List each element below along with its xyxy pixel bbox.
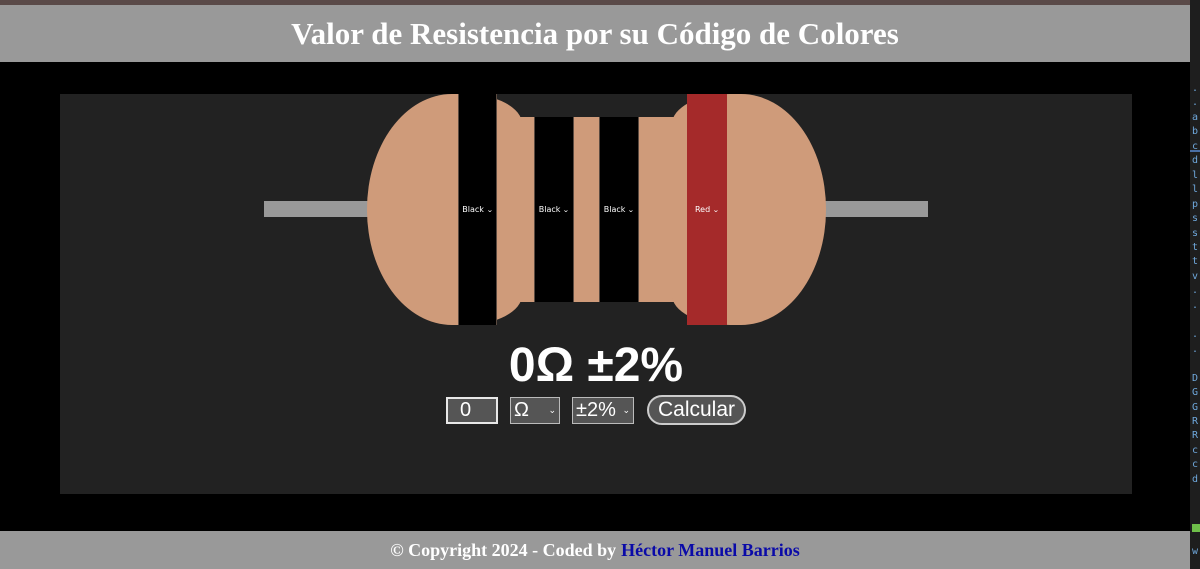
chevron-down-icon: ⌄ [627,205,635,214]
band-2-select[interactable]: Black ⌄ [534,117,574,302]
side-editor-char: c [1192,459,1199,470]
side-editor-marker [1192,524,1200,532]
side-editor-char: . [1192,97,1199,108]
band-1-label: Black ⌄ [462,205,494,214]
resistor-body-left-cap [367,94,522,325]
side-editor-char: l [1192,170,1199,181]
side-editor-char: a [1192,112,1199,123]
calculate-button[interactable]: Calcular [647,395,746,425]
side-editor-char: . [1192,300,1199,311]
side-editor-char: d [1192,155,1199,166]
chevron-down-icon: ⌄ [548,405,556,415]
page-title: Valor de Resistencia por su Código de Co… [291,15,899,51]
tolerance-select-value: ±2% [576,399,616,421]
side-editor-char: w [1192,546,1199,557]
page-footer: © Copyright 2024 - Coded by Héctor Manue… [0,531,1190,569]
side-editor-char: . [1192,83,1199,94]
unit-select-value: Ω [514,399,529,421]
side-editor-char: s [1192,213,1199,224]
band-4-select[interactable]: Red ⌄ [687,94,727,325]
side-editor-char: t [1192,242,1199,253]
resistor-lead-right [818,201,928,217]
unit-select[interactable]: Ω ⌄ [510,397,560,424]
side-editor-char: D [1192,373,1199,384]
band-3-select[interactable]: Black ⌄ [599,117,639,302]
side-editor-char: G [1192,387,1199,398]
resistor-lead-left [264,201,374,217]
side-editor-char: c [1192,445,1199,456]
side-editor-char: v [1192,271,1199,282]
side-editor-char: s [1192,228,1199,239]
band-3-label: Black ⌄ [603,205,635,214]
chevron-down-icon: ⌄ [712,205,720,214]
chevron-down-icon: ⌄ [622,405,630,415]
side-editor-char: . [1192,285,1199,296]
side-editor-char: . [1192,329,1199,340]
chevron-down-icon: ⌄ [486,205,494,214]
side-editor-char: b [1192,126,1199,137]
band-1-select[interactable]: Black ⌄ [458,94,497,325]
side-editor-char: t [1192,256,1199,267]
author-link[interactable]: Héctor Manuel Barrios [621,540,800,561]
side-editor-highlight [1190,150,1200,152]
side-editor-char: p [1192,199,1199,210]
side-editor-char: R [1192,430,1199,441]
chevron-down-icon: ⌄ [562,205,570,214]
side-editor-char: R [1192,416,1199,427]
resistance-value-input[interactable] [446,397,498,424]
side-editor-char: . [1192,344,1199,355]
side-editor-char: d [1192,474,1199,485]
side-editor-char: G [1192,402,1199,413]
footer-copyright: © Copyright 2024 - Coded by [390,539,617,560]
tolerance-select[interactable]: ±2% ⌄ [572,397,634,424]
band-4-label: Red ⌄ [694,205,720,214]
page-header: Valor de Resistencia por su Código de Co… [0,5,1190,62]
resistance-result: 0Ω ±2% [508,339,684,392]
side-editor-char: l [1192,184,1199,195]
band-2-label: Black ⌄ [538,205,570,214]
